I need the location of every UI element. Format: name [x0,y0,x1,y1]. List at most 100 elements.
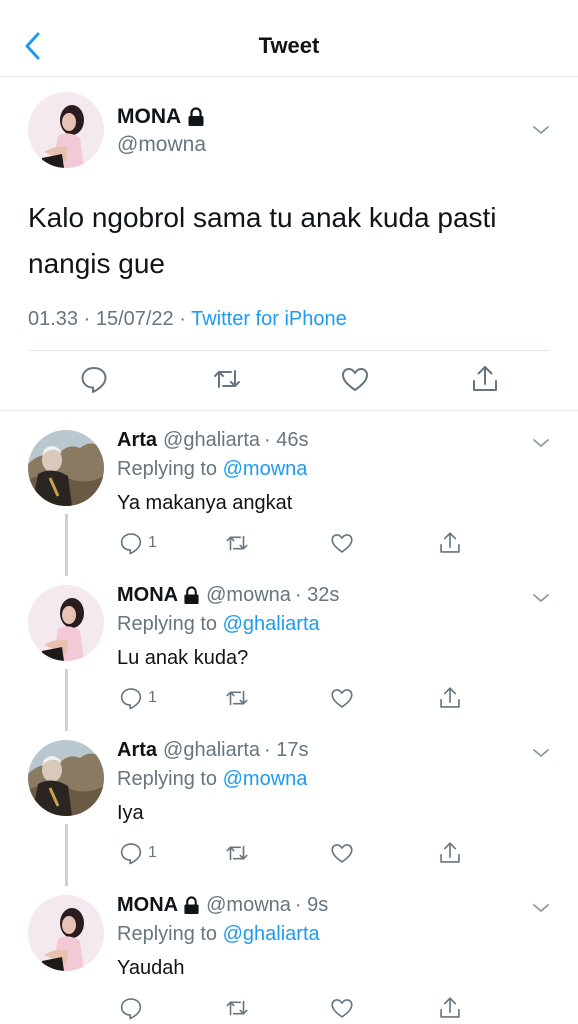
reply-icon [120,533,142,555]
share-button[interactable] [437,840,463,866]
like-button[interactable] [329,840,355,866]
like-icon [331,689,353,708]
share-icon [440,997,460,1018]
tweet-actions [0,363,578,399]
author-name[interactable]: Arta [117,739,157,762]
replying-to: Replying to @ghaliarta [117,613,320,636]
author-name[interactable]: MONA [117,105,181,129]
tweet-text: Kalo ngobrol sama tu anak kuda pasti nan… [28,202,497,279]
tweet-timestamp: 01.33 · 15/07/22 · [28,308,192,330]
reply-item[interactable]: MONA @mowna · 9s Replying to @ghaliarta … [0,877,578,1024]
retweet-button[interactable] [224,840,250,866]
reply-actions: 1 [0,530,578,558]
reply-item[interactable]: MONA @mowna · 32s Replying to @ghaliarta… [0,567,578,731]
tweet-source-link[interactable]: Twitter for iPhone [191,308,347,330]
author-name[interactable]: MONA [117,584,178,607]
like-button[interactable] [340,363,370,395]
chevron-down-icon [533,594,549,603]
retweet-button[interactable] [224,530,250,556]
retweet-icon [226,535,248,551]
avatar-image [28,740,104,816]
replying-to: Replying to @ghaliarta [117,923,320,946]
share-button[interactable] [470,363,500,395]
retweet-icon [226,1000,248,1016]
retweet-button[interactable] [212,363,242,395]
reply-item[interactable]: Arta @ghaliarta · 17s Replying to @mowna… [0,722,578,886]
reply-button[interactable]: 1 [118,530,157,556]
reply-button[interactable]: 1 [118,685,157,711]
chevron-down-icon [533,749,549,758]
author-name[interactable]: MONA [117,894,178,917]
like-icon [331,534,353,553]
like-button[interactable] [329,685,355,711]
reply-count: 1 [148,534,157,551]
replying-to: Replying to @mowna [117,768,307,791]
reply-header: Arta @ghaliarta · 46s [117,429,309,452]
mention-link[interactable]: @ghaliarta [223,613,320,635]
replying-to: Replying to @mowna [117,458,307,481]
chevron-down-icon [533,126,549,135]
share-button[interactable] [437,685,463,711]
author-handle[interactable]: @mowna [206,584,291,607]
retweet-icon [226,690,248,706]
top-bar: Tweet [0,0,578,77]
share-icon [440,687,460,708]
share-button[interactable] [437,995,463,1021]
reply-button[interactable] [118,995,148,1021]
avatar[interactable] [28,430,104,506]
more-options-button[interactable] [532,436,550,448]
chevron-down-icon [533,439,549,448]
avatar-image [28,430,104,506]
like-button[interactable] [329,530,355,556]
avatar-image [28,895,104,971]
author-name[interactable]: Arta [117,429,157,452]
reply-icon [120,998,142,1020]
reply-time: · 46s [264,429,309,451]
author-handle[interactable]: @mowna [206,894,291,917]
reply-count: 1 [148,844,157,861]
replying-label: Replying to [117,768,223,790]
reply-text: Lu anak kuda? [117,647,249,669]
author-name-row[interactable]: MONA [117,105,205,129]
mention-link[interactable]: @mowna [223,768,308,790]
reply-text: Ya makanya angkat [117,492,293,514]
share-icon [473,366,497,391]
more-options-button[interactable] [532,746,550,758]
avatar[interactable] [28,585,104,661]
reply-button[interactable]: 1 [118,840,157,866]
retweet-icon [226,845,248,861]
author-handle[interactable]: @ghaliarta [163,429,260,452]
reply-header: Arta @ghaliarta · 17s [117,739,309,762]
more-options-button[interactable] [532,123,550,135]
avatar[interactable] [28,92,104,168]
mention-link[interactable]: @mowna [223,458,308,480]
retweet-icon [214,370,240,388]
avatar[interactable] [28,895,104,971]
divider [0,410,578,411]
page-title: Tweet [258,33,320,58]
like-button[interactable] [329,995,355,1021]
mention-link[interactable]: @ghaliarta [223,923,320,945]
divider [28,350,550,351]
author-handle[interactable]: @ghaliarta [163,739,260,762]
reply-button[interactable] [79,363,109,395]
lock-icon [188,107,204,126]
like-icon [342,368,368,391]
reply-icon [120,688,142,710]
author-handle[interactable]: @mowna [117,133,206,157]
chevron-down-icon [533,904,549,913]
more-options-button[interactable] [532,901,550,913]
share-button[interactable] [437,530,463,556]
reply-icon [120,843,142,865]
reply-text: Yaudah [117,957,185,979]
retweet-button[interactable] [224,685,250,711]
reply-item[interactable]: Arta @ghaliarta · 46s Replying to @mowna… [0,412,578,576]
avatar[interactable] [28,740,104,816]
like-icon [331,999,353,1018]
retweet-button[interactable] [224,995,250,1021]
replying-label: Replying to [117,458,223,480]
lock-icon [184,586,199,604]
reply-text: Iya [117,802,144,824]
more-options-button[interactable] [532,591,550,603]
reply-actions: 1 [0,840,578,868]
